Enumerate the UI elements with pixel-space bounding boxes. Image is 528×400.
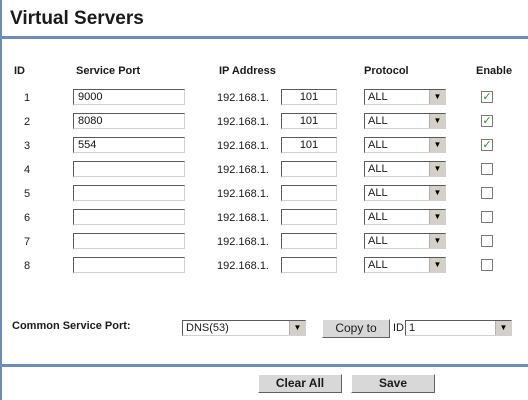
enable-checkbox[interactable] (481, 211, 493, 223)
page-title: Virtual Servers (10, 8, 144, 29)
ip-prefix: 192.168.1. (217, 164, 269, 176)
chevron-down-icon: ▼ (429, 186, 445, 200)
header-enable: Enable (476, 65, 513, 77)
service-port-input[interactable]: 554 (73, 137, 185, 153)
protocol-value: ALL (368, 259, 388, 271)
chevron-down-icon: ▼ (429, 210, 445, 224)
table-row: 7 192.168.1. ALL ▼ (0, 233, 528, 255)
common-service-port-value: DNS(53) (186, 322, 229, 334)
header-protocol: Protocol (364, 65, 409, 77)
ip-prefix: 192.168.1. (217, 260, 269, 272)
header-ip-address: IP Address (219, 65, 276, 77)
table-row: 3 554 192.168.1. 101 ALL ▼ ✓ (0, 137, 528, 159)
ip-suffix-input[interactable] (281, 257, 337, 273)
table-row: 1 9000 192.168.1. 101 ALL ▼ ✓ (0, 89, 528, 111)
row-id: 6 (24, 212, 31, 224)
chevron-down-icon: ▼ (429, 138, 445, 152)
ip-prefix: 192.168.1. (217, 116, 269, 128)
row-id: 1 (24, 92, 31, 104)
protocol-value: ALL (368, 115, 388, 127)
check-icon: ✓ (482, 115, 492, 127)
service-port-input[interactable] (73, 185, 185, 201)
check-icon: ✓ (482, 91, 492, 103)
row-id: 5 (24, 188, 31, 200)
row-id: 4 (24, 164, 31, 176)
protocol-value: ALL (368, 163, 388, 175)
ip-prefix: 192.168.1. (217, 140, 269, 152)
table-row: 8 192.168.1. ALL ▼ (0, 257, 528, 279)
protocol-select[interactable]: ALL ▼ (364, 185, 446, 201)
chevron-down-icon: ▼ (429, 114, 445, 128)
table-row: 6 192.168.1. ALL ▼ (0, 209, 528, 231)
protocol-value: ALL (368, 211, 388, 223)
protocol-value: ALL (368, 91, 388, 103)
copy-id-select[interactable]: 1 ▼ (405, 320, 512, 336)
row-id: 7 (24, 236, 31, 248)
protocol-value: ALL (368, 235, 388, 247)
ip-prefix: 192.168.1. (217, 236, 269, 248)
service-port-input[interactable]: 8080 (73, 113, 185, 129)
table-row: 4 192.168.1. ALL ▼ (0, 161, 528, 183)
ip-suffix-input[interactable]: 101 (281, 113, 337, 129)
row-id: 8 (24, 260, 31, 272)
row-id: 3 (24, 140, 31, 152)
protocol-value: ALL (368, 139, 388, 151)
service-port-input[interactable]: 9000 (73, 89, 185, 105)
protocol-select[interactable]: ALL ▼ (364, 89, 446, 105)
ip-prefix: 192.168.1. (217, 212, 269, 224)
service-port-input[interactable] (73, 257, 185, 273)
table-row: 5 192.168.1. ALL ▼ (0, 185, 528, 207)
enable-checkbox[interactable] (481, 163, 493, 175)
service-port-input[interactable] (73, 161, 185, 177)
copy-id-value: 1 (409, 322, 416, 334)
enable-checkbox[interactable]: ✓ (481, 91, 493, 103)
chevron-down-icon: ▼ (429, 234, 445, 248)
protocol-select[interactable]: ALL ▼ (364, 233, 446, 249)
chevron-down-icon: ▼ (429, 90, 445, 104)
protocol-select[interactable]: ALL ▼ (364, 113, 446, 129)
ip-suffix-input[interactable] (281, 185, 337, 201)
chevron-down-icon: ▼ (289, 321, 305, 335)
check-icon: ✓ (482, 139, 492, 151)
common-service-port-select[interactable]: DNS(53) ▼ (182, 320, 306, 336)
protocol-select[interactable]: ALL ▼ (364, 209, 446, 225)
table-row: 2 8080 192.168.1. 101 ALL ▼ ✓ (0, 113, 528, 135)
common-service-port-label: Common Service Port: (12, 320, 131, 332)
ip-prefix: 192.168.1. (217, 92, 269, 104)
copy-to-button[interactable]: Copy to (322, 319, 390, 338)
enable-checkbox[interactable]: ✓ (481, 139, 493, 151)
protocol-value: ALL (368, 187, 388, 199)
chevron-down-icon: ▼ (495, 321, 511, 335)
clear-all-button[interactable]: Clear All (258, 374, 342, 393)
header-service-port: Service Port (76, 65, 141, 77)
save-button[interactable]: Save (351, 374, 435, 393)
row-id: 2 (24, 116, 31, 128)
ip-prefix: 192.168.1. (217, 188, 269, 200)
service-port-input[interactable] (73, 209, 185, 225)
header-id: ID (14, 65, 25, 77)
ip-suffix-input[interactable] (281, 161, 337, 177)
protocol-select[interactable]: ALL ▼ (364, 161, 446, 177)
enable-checkbox[interactable] (481, 235, 493, 247)
enable-checkbox[interactable] (481, 259, 493, 271)
ip-suffix-input[interactable]: 101 (281, 89, 337, 105)
ip-suffix-input[interactable] (281, 209, 337, 225)
ip-suffix-input[interactable]: 101 (281, 137, 337, 153)
enable-checkbox[interactable]: ✓ (481, 115, 493, 127)
chevron-down-icon: ▼ (429, 258, 445, 272)
protocol-select[interactable]: ALL ▼ (364, 137, 446, 153)
chevron-down-icon: ▼ (429, 162, 445, 176)
enable-checkbox[interactable] (481, 187, 493, 199)
copy-id-label: ID (393, 322, 404, 334)
title-divider (0, 36, 528, 39)
protocol-select[interactable]: ALL ▼ (364, 257, 446, 273)
service-port-input[interactable] (73, 233, 185, 249)
ip-suffix-input[interactable] (281, 233, 337, 249)
footer-divider (0, 364, 528, 367)
